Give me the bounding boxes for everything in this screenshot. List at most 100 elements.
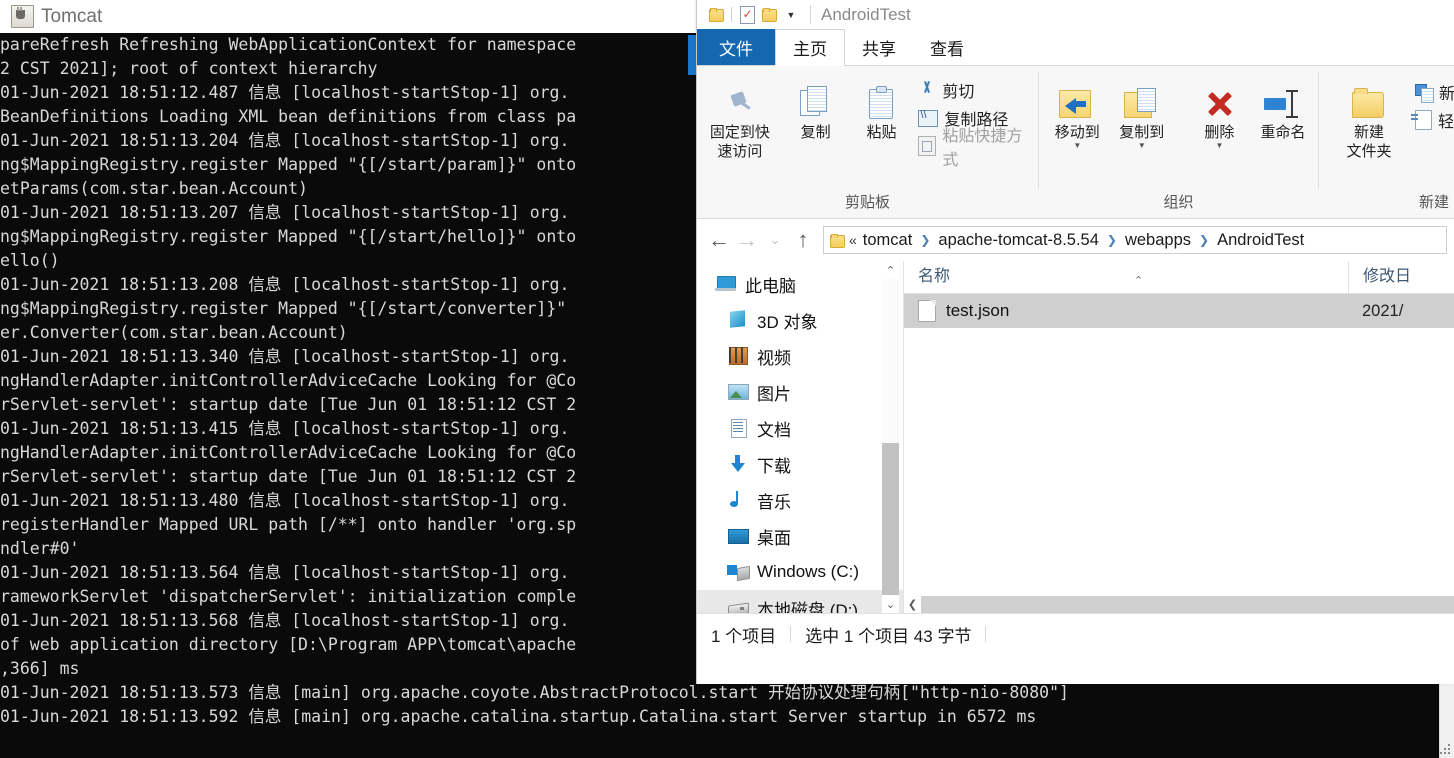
rename-button[interactable]: 重命名 [1248,74,1318,142]
copy-path-icon [918,110,938,127]
address-folder-icon [830,234,845,247]
paste-icon [866,86,898,120]
copy-label: 复制 [801,123,831,142]
delete-chevron-down-icon[interactable]: ▼ [1215,143,1223,149]
scroll-down-icon[interactable]: ⌄ [882,595,899,613]
sidebar-item-downloads[interactable]: 下载 [697,446,903,482]
breadcrumb-item-androidtest[interactable]: AndroidTest [1215,230,1306,251]
paste-shortcut-button[interactable]: 粘贴快捷方式 [918,134,1038,158]
navigation-pane-scrollbar[interactable]: ⌃ ⌄ [882,261,899,613]
move-to-label: 移动到 [1055,123,1100,142]
sidebar-item-videos[interactable]: 视频 [697,338,903,374]
sidebar-item-label: 本地磁盘 (D:) [757,596,858,614]
address-bar: ← → ⌄ ↑ « tomcat ❯ apache-tomcat-8.5.54 … [697,219,1454,261]
videos-icon [727,346,749,366]
navigation-pane: 此电脑 3D 对象 视频 图片 文档 下载 [697,261,903,613]
tab-view[interactable]: 查看 [913,29,981,65]
json-file-icon [918,300,936,322]
delete-label: 删除 [1204,123,1234,142]
delete-button[interactable]: 删除 ▼ [1191,74,1248,149]
sidebar-item-label: 下载 [757,452,791,477]
copy-to-chevron-down-icon[interactable]: ▼ [1138,143,1146,149]
paste-button[interactable]: 粘贴 [849,74,915,142]
breadcrumb-item-tomcat[interactable]: tomcat [861,230,915,251]
sidebar-item-label: 图片 [757,380,791,405]
easy-access-button[interactable]: 轻 [1415,108,1454,132]
file-list-header: 名称 ⌃ 修改日 [904,261,1454,294]
paste-shortcut-icon [918,136,936,156]
this-pc-icon [715,274,737,294]
status-bar: 1 个项目 选中 1 个项目 43 字节 [697,613,1454,654]
file-name-label: test.json [946,301,1009,321]
pictures-icon [727,382,749,402]
new-group-label: 新建 [1319,192,1454,218]
tab-share[interactable]: 共享 [845,29,913,65]
cut-button[interactable]: 剪切 [918,78,1038,102]
sort-ascending-icon: ⌃ [1134,265,1143,297]
status-divider [790,626,791,642]
tab-file[interactable]: 文件 [697,29,775,65]
column-label: 修改日 [1363,268,1411,285]
desktop-icon [727,526,749,546]
column-header-date-modified[interactable]: 修改日 [1348,261,1454,293]
delete-x-icon [1202,88,1236,120]
sidebar-item-this-pc[interactable]: 此电脑 [697,266,903,302]
scroll-up-icon[interactable]: ⌃ [882,261,899,279]
back-button[interactable]: ← [705,226,733,254]
sidebar-item-documents[interactable]: 文档 [697,410,903,446]
breadcrumb-item-apache-tomcat[interactable]: apache-tomcat-8.5.54 [936,230,1101,251]
file-name-cell[interactable]: test.json [904,300,1348,322]
ribbon-panel: 固定到快 速访问 复制 粘贴 剪切 复制路 [697,66,1454,219]
move-to-button[interactable]: 移动到 ▼ [1045,74,1109,149]
customize-dropdown-icon[interactable]: ▼ [780,4,802,26]
new-folder-button[interactable]: 新建 文件夹 [1333,74,1405,161]
breadcrumb-item-webapps[interactable]: webapps [1123,230,1193,251]
column-header-name[interactable]: 名称 ⌃ [904,261,1348,293]
properties-icon[interactable]: ✓ [736,4,758,26]
window-resize-grip[interactable] [1440,744,1453,757]
move-to-chevron-down-icon[interactable]: ▼ [1073,143,1081,149]
table-row[interactable]: test.json 2021/ [904,294,1454,328]
pin-icon [725,90,755,120]
copy-to-label: 复制到 [1119,123,1164,142]
scroll-left-icon[interactable]: ❮ [904,596,921,613]
sidebar-item-label: 文档 [757,416,791,441]
tab-home[interactable]: 主页 [775,29,845,66]
sidebar-item-music[interactable]: 音乐 [697,482,903,518]
chevron-right-icon: ❯ [1197,233,1211,247]
paste-shortcut-label: 粘贴快捷方式 [942,122,1038,170]
pin-to-quick-access-button[interactable]: 固定到快 速访问 [697,74,783,161]
rename-icon [1264,90,1302,120]
copy-button[interactable]: 复制 [783,74,849,142]
recent-locations-button[interactable]: ⌄ [761,226,789,254]
new-folder-icon[interactable] [758,4,780,26]
scrollbar-thumb[interactable] [882,443,899,613]
ribbon-tab-strip: 文件 主页 共享 查看 [697,29,1454,66]
new-item-button[interactable]: 新 [1415,80,1454,104]
file-list-horizontal-scrollbar[interactable]: ❮ [904,596,1454,613]
breadcrumb[interactable]: « tomcat ❯ apache-tomcat-8.5.54 ❯ webapp… [823,226,1447,254]
folder-icon[interactable] [705,4,727,26]
easy-access-label: 轻 [1438,108,1454,132]
new-folder-label: 新建 文件夹 [1346,123,1391,161]
up-button[interactable]: ↑ [789,226,817,254]
sidebar-item-pictures[interactable]: 图片 [697,374,903,410]
file-list-pane: 名称 ⌃ 修改日 test.json 2021/ ❮ [903,261,1454,613]
scrollbar-track[interactable] [921,596,1454,613]
move-to-icon [1059,88,1095,120]
organize-group-label: 组织 [1039,192,1318,218]
music-icon [727,490,749,510]
forward-button[interactable]: → [733,226,761,254]
copy-to-button[interactable]: 复制到 ▼ [1110,74,1174,149]
sidebar-item-local-disk-d[interactable]: 本地磁盘 (D:) [697,590,903,613]
breadcrumb-overflow[interactable]: « [849,232,857,248]
sidebar-item-3d-objects[interactable]: 3D 对象 [697,302,903,338]
sidebar-item-desktop[interactable]: 桌面 [697,518,903,554]
pin-label: 固定到快 速访问 [710,123,770,161]
column-label: 名称 [918,268,950,285]
chevron-right-icon: ❯ [1105,233,1119,247]
new-folder-icon [1350,88,1388,120]
sidebar-item-label: 视频 [757,344,791,369]
sidebar-item-windows-c[interactable]: Windows (C:) [697,554,903,590]
item-count-label: 1 个项目 [711,622,776,647]
